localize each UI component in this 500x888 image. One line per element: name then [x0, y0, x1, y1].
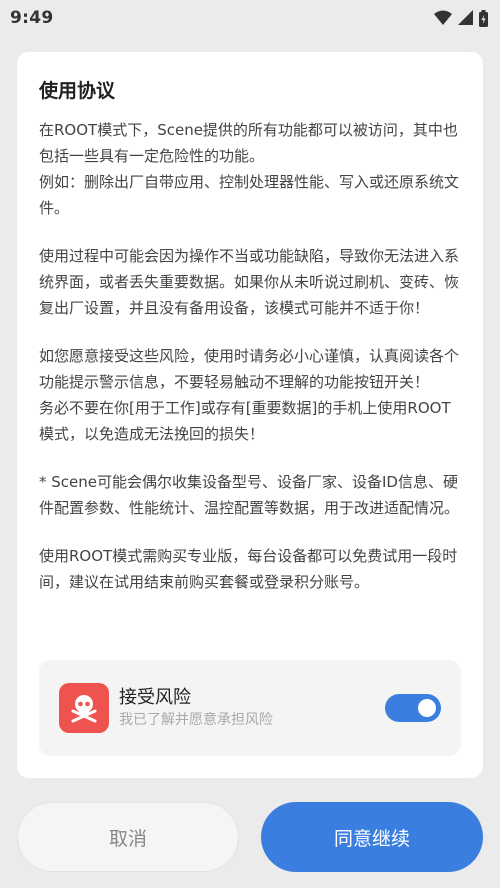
toggle-knob: [418, 699, 436, 717]
accept-risk-title: 接受风险: [119, 687, 191, 708]
skull-crossbones-icon: [59, 683, 109, 733]
accept-risk-row[interactable]: 接受风险 我已了解并愿意承担风险: [39, 660, 461, 756]
wifi-icon: [434, 10, 452, 25]
agreement-paragraph-1: 在ROOT模式下，Scene提供的所有功能都可以被访问，其中也包括一些具有一定危…: [39, 121, 460, 217]
accept-risk-toggle[interactable]: [385, 694, 441, 722]
accept-risk-text: 接受风险 我已了解并愿意承担风险: [119, 686, 385, 730]
cancel-button[interactable]: 取消: [17, 802, 239, 872]
agreement-paragraph-2: 使用过程中可能会因为操作不当或功能缺陷，导致你无法进入系统界面，或者丢失重要数据…: [39, 247, 460, 317]
dialog-title: 使用协议: [39, 80, 116, 102]
battery-icon: [479, 9, 488, 27]
status-bar: 9:49: [0, 0, 500, 36]
agreement-paragraph-3: 如您愿意接受这些风险，使用时请务必小心谨慎，认真阅读各个功能提示警示信息，不要轻…: [39, 347, 460, 443]
agreement-dialog: 使用协议 在ROOT模式下，Scene提供的所有功能都可以被访问，其中也包括一些…: [17, 52, 483, 778]
agreement-paragraph-4: * Scene可能会偶尔收集设备型号、设备厂家、设备ID信息、硬件配置参数、性能…: [39, 473, 460, 517]
status-time: 9:49: [10, 8, 54, 28]
status-icons: [434, 9, 488, 27]
signal-icon: [458, 10, 473, 25]
accept-risk-subtitle: 我已了解并愿意承担风险: [119, 712, 273, 728]
agreement-paragraph-5: 使用ROOT模式需购买专业版，每台设备都可以免费试用一段时间，建议在试用结束前购…: [39, 547, 458, 591]
agree-continue-button[interactable]: 同意继续: [261, 802, 483, 872]
